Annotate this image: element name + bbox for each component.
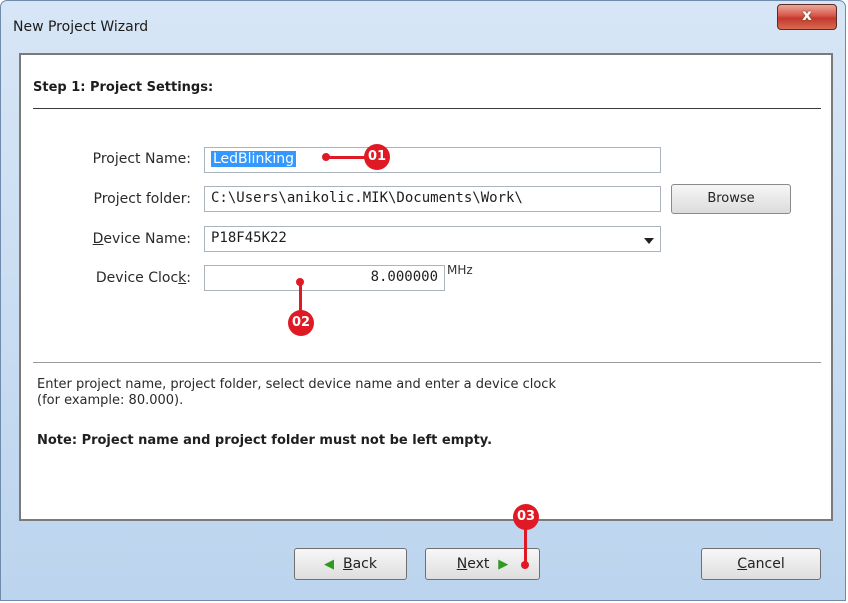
project-name-value: LedBlinking — [211, 151, 297, 167]
wizard-window: New Project Wizard x Step 1: Project Set… — [0, 0, 846, 601]
device-clock-value: 8.000000 — [370, 269, 438, 285]
project-folder-value: C:\Users\anikolic.MIK\Documents\Work\ — [211, 190, 523, 206]
marker-2: 02 — [288, 310, 314, 336]
close-button[interactable]: x — [777, 4, 837, 30]
step-heading: Step 1: Project Settings: — [33, 80, 214, 95]
close-icon: x — [802, 6, 812, 24]
window-title: New Project Wizard — [13, 19, 149, 35]
info-divider — [33, 362, 821, 363]
back-button[interactable]: ◀ Back — [294, 548, 407, 580]
device-name-select[interactable]: P18F45K22 — [204, 226, 661, 252]
marker-3: 03 — [513, 504, 539, 530]
device-clock-label: Device Clock: — [95, 270, 191, 286]
marker-3-line — [524, 529, 527, 563]
marker-3-dot — [521, 561, 529, 569]
marker-2-line — [299, 282, 302, 312]
title-bar: New Project Wizard x — [1, 1, 845, 53]
project-folder-input[interactable]: C:\Users\anikolic.MIK\Documents\Work\ — [204, 186, 661, 212]
marker-1: 01 — [364, 144, 390, 170]
browse-button[interactable]: Browse — [671, 184, 791, 214]
wizard-content: Step 1: Project Settings: Project Name: … — [19, 53, 833, 521]
green-left-arrow-icon: ◀ — [324, 557, 335, 572]
green-right-arrow-icon: ▶ — [498, 557, 509, 572]
clock-unit: MHz — [447, 263, 473, 277]
device-name-value: P18F45K22 — [211, 230, 287, 246]
info-text: Enter project name, project folder, sele… — [37, 377, 817, 409]
project-name-label: Project Name: — [92, 151, 191, 167]
project-name-input[interactable]: LedBlinking — [204, 147, 661, 173]
note-text: Note: Project name and project folder mu… — [37, 433, 493, 448]
info-line-1: Enter project name, project folder, sele… — [37, 377, 556, 392]
marker-1-line — [326, 156, 366, 159]
info-line-2: (for example: 80.000). — [37, 393, 184, 408]
cancel-button[interactable]: Cancel — [701, 548, 821, 580]
project-folder-label: Project folder: — [93, 191, 191, 207]
chevron-down-icon[interactable] — [644, 238, 654, 244]
header-divider — [33, 108, 821, 109]
device-name-label: Device Name: — [92, 231, 191, 247]
device-clock-input[interactable]: 8.000000 — [204, 265, 445, 291]
